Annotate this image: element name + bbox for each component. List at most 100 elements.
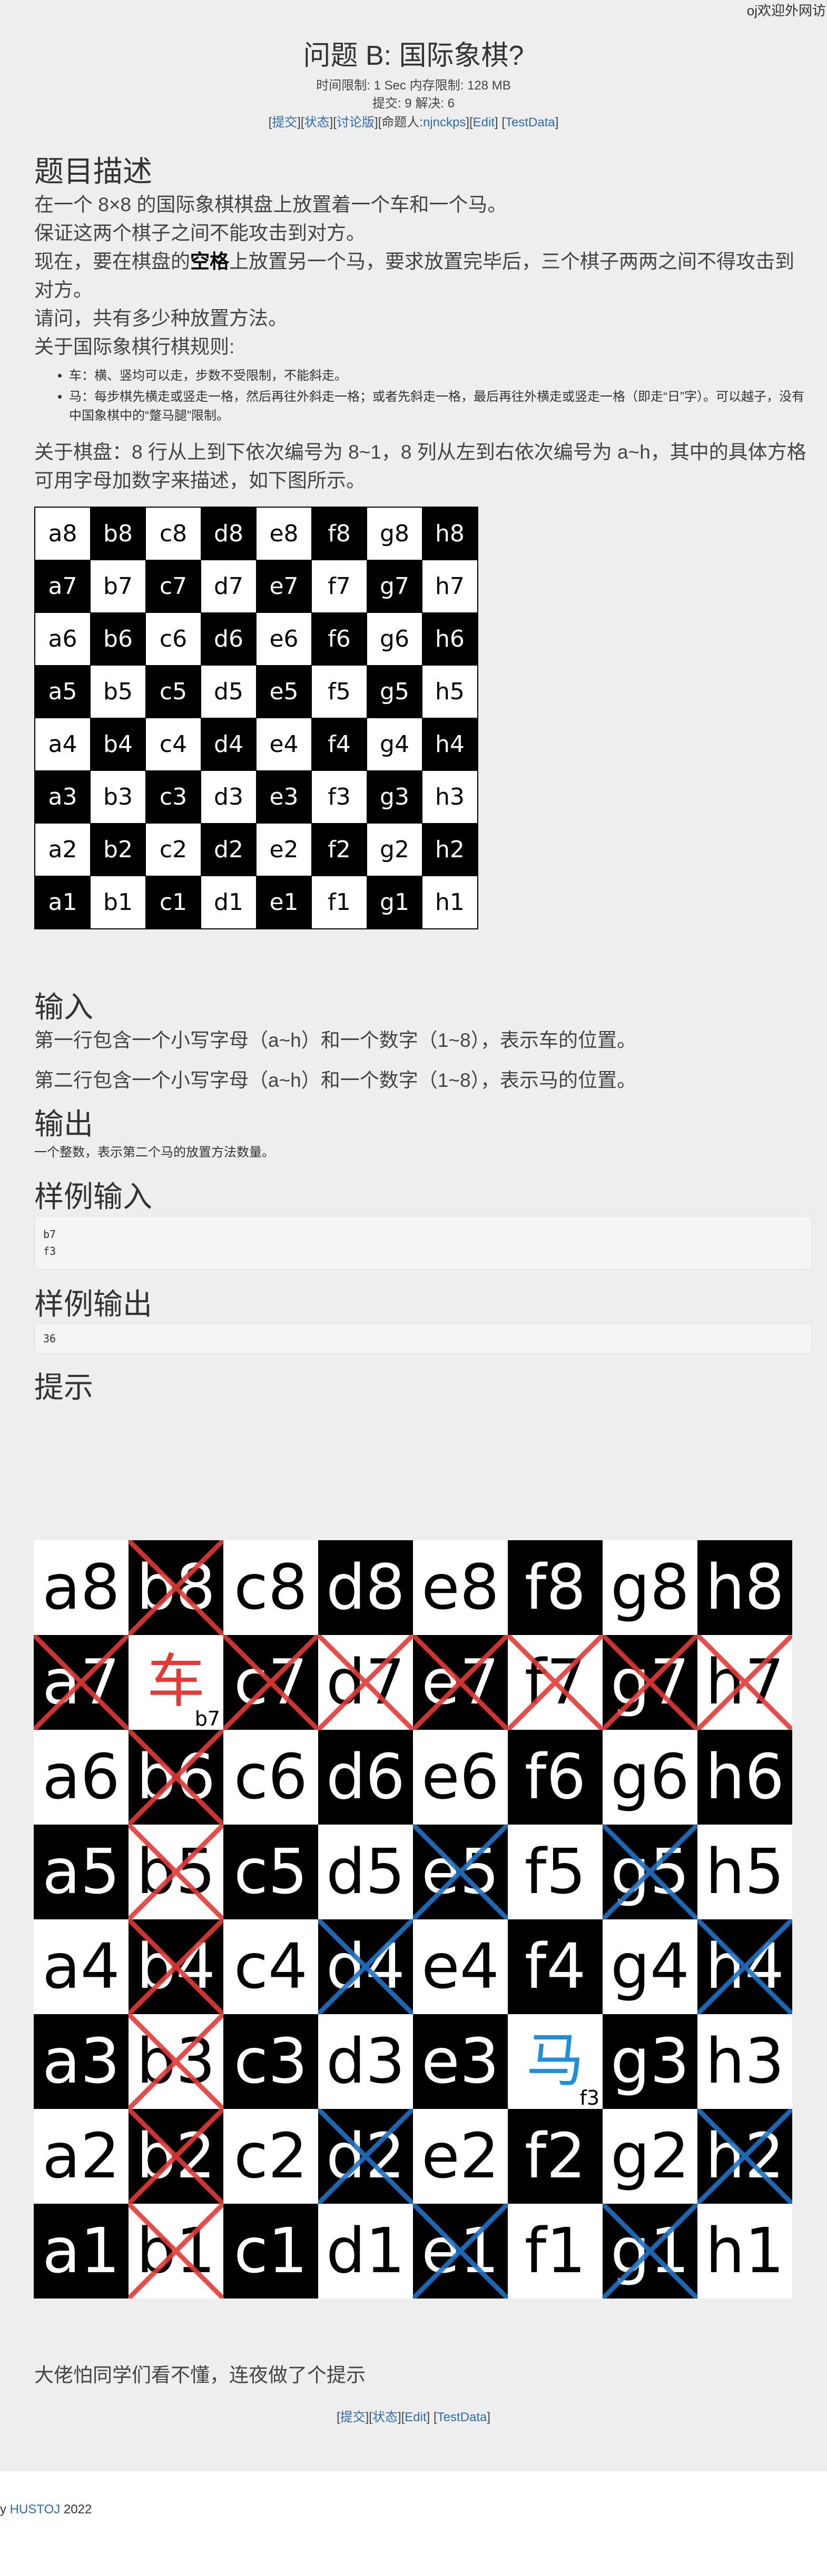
board-square-e7: e7 [256, 560, 312, 613]
board-square-h3: h3 [422, 770, 478, 824]
board-square-c4: c4 [145, 718, 201, 771]
status-link[interactable]: 状态 [304, 115, 330, 130]
hint-square-label-h8: h8 [705, 1551, 784, 1623]
board-square-f1: f1 [311, 876, 367, 929]
desc-p3-bold: 空格 [190, 251, 229, 272]
board-square-g1: g1 [367, 876, 422, 929]
discuss-link[interactable]: 讨论版 [337, 115, 375, 130]
sample-output-line: 36 [43, 1332, 56, 1345]
board-square-d5: d5 [201, 665, 257, 718]
output-paragraph: 一个整数，表示第二个马的放置方法数量。 [34, 1145, 274, 1160]
footer-edit-link[interactable]: Edit [405, 2410, 426, 2424]
problem-links: [提交][状态][讨论版][命题人:njnckps][Edit] [TestDa… [268, 115, 559, 130]
copyright-prefix: y [0, 2502, 10, 2516]
hint-square-label-a2: a2 [42, 2119, 120, 2192]
problem-limits: 时间限制: 1 Sec 内存限制: 128 MB [316, 78, 511, 93]
hint-square-label-e2: e2 [421, 2119, 499, 2192]
author-link[interactable]: njnckps [423, 115, 466, 130]
board-square-g6: g6 [367, 612, 422, 666]
sample-output-title: 样例输出 [34, 1287, 152, 1321]
hint-square-label-c6: c6 [234, 1740, 308, 1813]
sample-input-line-1: b7 [43, 1228, 56, 1241]
board-square-f6: f6 [311, 612, 367, 666]
hint-square-label-f2: f2 [525, 2119, 586, 2192]
desc-paragraph-5: 关于国际象棋行棋规则: [34, 336, 235, 358]
board-square-e1: e1 [256, 876, 312, 929]
board-square-a6: a6 [34, 612, 91, 666]
board-square-b3: b3 [90, 770, 146, 824]
hint-square-label-a8: a8 [42, 1551, 120, 1623]
hustoj-link[interactable]: HUSTOJ [10, 2502, 61, 2516]
hint-square-label-g8: g8 [611, 1551, 690, 1623]
hint-square-label-f5: f5 [525, 1835, 586, 1908]
board-square-g4: g4 [367, 718, 422, 771]
rule-knight: 马：每步棋先横走或竖走一格，然后再往外斜走一格；或者先斜走一格，最后再往外横走或… [69, 388, 812, 425]
board-square-c3: c3 [145, 770, 201, 824]
board-square-g5: g5 [367, 665, 422, 718]
board-square-h2: h2 [422, 823, 478, 876]
edit-link[interactable]: Edit [473, 115, 495, 130]
hint-square-label-f8: f8 [525, 1551, 586, 1623]
board-square-c6: c6 [145, 612, 201, 666]
board-square-a2: a2 [34, 823, 91, 876]
hint-square-label-d1: d1 [326, 2214, 405, 2287]
sample-input-title: 样例输入 [34, 1180, 152, 1213]
board-square-e8: e8 [256, 507, 312, 560]
hint-square-label-c3: c3 [234, 2025, 308, 2097]
board-square-b5: b5 [90, 665, 146, 718]
board-square-c8: c8 [145, 507, 201, 560]
hint-square-label-c1: c1 [234, 2214, 308, 2287]
footer-submit-link[interactable]: 提交 [340, 2410, 366, 2424]
input-title: 输入 [34, 990, 93, 1024]
copyright: y HUSTOJ 2022 [0, 2502, 92, 2517]
hint-square-label-h1: h1 [705, 2214, 784, 2287]
hint-title: 提示 [34, 1371, 93, 1404]
hint-square-label-g2: g2 [611, 2119, 690, 2192]
board-square-b6: b6 [90, 612, 146, 666]
board-square-f8: f8 [311, 507, 367, 560]
board-square-e4: e4 [256, 718, 312, 771]
board-square-f7: f7 [311, 560, 367, 613]
top-right-notice: oj欢迎外网访 [746, 3, 826, 18]
board-square-e5: e5 [256, 665, 312, 718]
hint-square-label-a1: a1 [42, 2214, 120, 2287]
board-square-g2: g2 [367, 823, 422, 876]
footer-testdata-link[interactable]: TestData [437, 2410, 487, 2424]
board-square-d3: d3 [201, 770, 257, 824]
hint-square-label-d6: d6 [326, 1740, 405, 1813]
sample-input-line-2: f3 [43, 1245, 56, 1257]
input-paragraph-1: 第一行包含一个小写字母（a~h）和一个数字（1~8），表示车的位置。 [34, 1029, 637, 1051]
board-square-d2: d2 [201, 823, 257, 876]
board-square-c5: c5 [145, 665, 201, 718]
board-square-g3: g3 [367, 770, 422, 824]
board-square-b1: b1 [90, 876, 146, 929]
board-square-a4: a4 [34, 718, 91, 771]
board-square-h1: h1 [422, 876, 478, 929]
board-square-a1: a1 [34, 876, 91, 929]
desc-paragraph-2: 保证这两个棋子之间不能攻击到对方。 [34, 222, 366, 244]
board-square-e3: e3 [256, 770, 312, 824]
description-title: 题目描述 [34, 155, 152, 188]
hint-square-label-c5: c5 [234, 1835, 308, 1908]
hint-square-label-d3: d3 [326, 2025, 405, 2097]
board-square-b2: b2 [90, 823, 146, 876]
hint-square-label-g3: g3 [611, 2025, 690, 2097]
submit-link[interactable]: 提交 [272, 115, 297, 130]
board-square-c1: c1 [145, 876, 201, 929]
testdata-link[interactable]: TestData [505, 115, 555, 130]
footer-status-link[interactable]: 状态 [372, 2410, 398, 2424]
problem-stats: 提交: 9 解决: 6 [372, 96, 455, 111]
board-square-d6: d6 [201, 612, 257, 666]
board-square-f2: f2 [311, 823, 367, 876]
board-square-b8: b8 [90, 507, 146, 560]
board-square-a7: a7 [34, 560, 91, 613]
hint-square-label-d8: d8 [326, 1551, 405, 1623]
hint-square-label-g4: g4 [611, 1930, 690, 2003]
hint-square-label-d5: d5 [326, 1835, 405, 1908]
board-square-h5: h5 [422, 665, 478, 718]
hint-square-label-a5: a5 [42, 1835, 120, 1908]
hint-caption: 大佬怕同学们看不懂，连夜做了个提示 [34, 2364, 366, 2386]
sample-input-box: b7 f3 [34, 1216, 812, 1270]
hint-square-label-c2: c2 [234, 2119, 308, 2192]
board-square-d7: d7 [201, 560, 257, 613]
